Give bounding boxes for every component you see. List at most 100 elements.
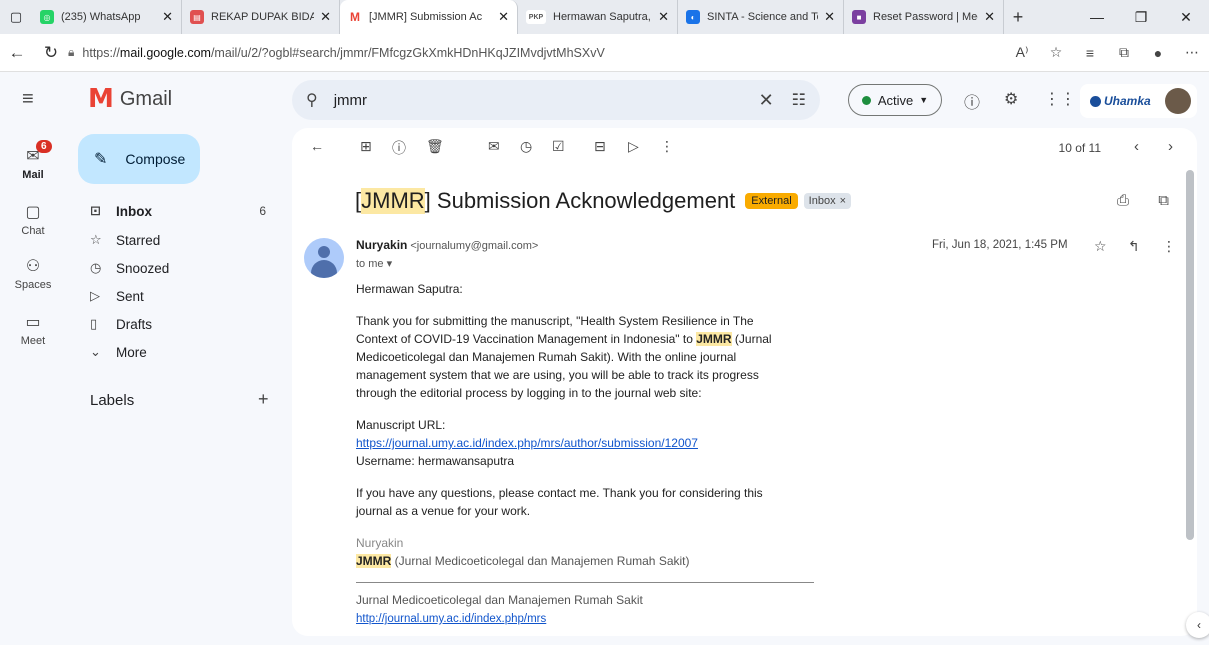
add-to-tasks-icon[interactable]: ☑	[552, 138, 565, 155]
scrollbar[interactable]	[1186, 170, 1194, 540]
search-options-icon[interactable]: ☷	[792, 90, 806, 110]
inbox-label-chip[interactable]: Inbox ×	[803, 193, 852, 209]
tab-close-icon[interactable]: ✕	[498, 9, 509, 25]
url-field[interactable]: 🔒︎ https://mail.google.com/mail/u/2/?ogb…	[68, 38, 1005, 68]
compose-button[interactable]: ✎ Compose	[78, 134, 200, 184]
back-button[interactable]: ←	[0, 36, 34, 70]
rail-item-spaces[interactable]: ⚇ Spaces	[0, 256, 66, 291]
url-path: /mail/u/2/?ogbl#search/jmmr/FMfcgzGkXmkH…	[210, 45, 605, 60]
back-to-list-icon[interactable]: ←	[310, 138, 324, 154]
older-icon[interactable]: ›	[1168, 138, 1173, 155]
search-bar[interactable]: ⚲ jmmr ✕ ☷	[292, 80, 820, 120]
profile-icon[interactable]: ●	[1141, 45, 1175, 61]
browser-menu-icon[interactable]: ⋯	[1175, 44, 1209, 61]
nav-label: More	[116, 344, 147, 360]
search-input[interactable]: jmmr	[334, 92, 759, 109]
org-name: Uhamka	[1104, 94, 1151, 108]
recipient-details[interactable]: to me ▾	[356, 257, 392, 270]
manuscript-link[interactable]: https://journal.umy.ac.id/index.php/mrs/…	[356, 436, 698, 450]
nav-item-starred[interactable]: ☆ Starred	[78, 226, 286, 254]
lock-icon: 🔒︎	[68, 45, 75, 59]
add-label-icon[interactable]: +	[258, 389, 269, 410]
tab-close-icon[interactable]: ✕	[320, 9, 331, 25]
reload-button[interactable]: ↻	[34, 36, 68, 70]
tab-actions-button[interactable]: ▢	[0, 0, 32, 34]
tab-close-icon[interactable]: ✕	[162, 9, 173, 25]
clear-search-icon[interactable]: ✕	[759, 90, 774, 111]
favorites-list-icon[interactable]: ≡	[1073, 45, 1107, 61]
browser-tab-reset-password[interactable]: ■ Reset Password | Medi ✕	[844, 0, 1004, 34]
apps-grid-icon[interactable]: ⋮⋮	[1044, 89, 1076, 109]
email-greeting: Hermawan Saputra:	[356, 282, 463, 296]
app-name: Gmail	[119, 87, 173, 110]
nav-label: Snoozed	[116, 260, 170, 276]
pkp-favicon-icon: PKP	[526, 10, 546, 24]
new-tab-button[interactable]: +	[1004, 7, 1032, 28]
gmail-logo[interactable]: M Gmail	[88, 84, 172, 114]
mail-icon: ✉	[26, 148, 40, 165]
newer-icon[interactable]: ‹	[1134, 138, 1139, 155]
delete-icon[interactable]: 🗑︎	[426, 138, 444, 155]
subject-text: Submission Acknowledgement	[430, 188, 736, 213]
username-line: Username: hermawansaputra	[356, 454, 515, 468]
browser-tab-sinta[interactable]: ◐ SINTA - Science and Te ✕	[678, 0, 844, 34]
tab-close-icon[interactable]: ✕	[658, 9, 669, 25]
restore-button[interactable]: ❐	[1118, 0, 1164, 34]
star-message-icon[interactable]: ☆	[1094, 238, 1107, 255]
tab-close-icon[interactable]: ✕	[984, 9, 995, 25]
tab-close-icon[interactable]: ✕	[824, 9, 835, 25]
search-icon[interactable]: ⚲	[306, 90, 318, 110]
snooze-icon[interactable]: ◷	[520, 138, 532, 155]
main-menu-icon[interactable]: ≡	[22, 88, 34, 111]
reply-icon[interactable]: ↰	[1128, 238, 1140, 255]
caret-down-icon: ▾	[386, 258, 393, 270]
nav-item-snoozed[interactable]: ◷ Snoozed	[78, 254, 286, 282]
collections-icon[interactable]: ⧉	[1107, 44, 1141, 61]
help-icon[interactable]: ⓘ	[964, 89, 980, 113]
media-favicon-icon: ■	[852, 10, 866, 24]
url-host: mail.google.com	[119, 45, 211, 60]
more-actions-icon[interactable]: ⋮	[660, 138, 674, 155]
draft-icon: ▯	[90, 316, 98, 331]
favorite-star-icon[interactable]: ☆	[1039, 44, 1073, 61]
settings-gear-icon[interactable]: ⚙	[1004, 89, 1018, 109]
chevron-down-icon: ⌄	[90, 344, 101, 359]
rail-item-meet[interactable]: ▭ Meet	[0, 312, 66, 347]
rail-item-mail[interactable]: ✉ 6 Mail	[0, 140, 66, 181]
report-spam-icon[interactable]: ⓘ	[392, 138, 406, 158]
mark-unread-icon[interactable]: ✉	[488, 138, 500, 155]
browser-tab-whatsapp[interactable]: ◎ (235) WhatsApp ✕	[32, 0, 182, 34]
labels-heading: Labels	[90, 392, 135, 409]
footer-link[interactable]: http://journal.umy.ac.id/index.php/mrs	[356, 613, 546, 625]
message-more-icon[interactable]: ⋮	[1162, 238, 1176, 255]
email-subject: [JMMR] Submission Acknowledgement Extern…	[355, 188, 852, 214]
nav-label: Sent	[116, 288, 144, 304]
account-switcher[interactable]: Uhamka	[1080, 84, 1197, 118]
read-aloud-icon[interactable]: A⁾	[1005, 44, 1039, 61]
rail-label: Mail	[22, 169, 44, 181]
side-panel-toggle-icon[interactable]: ‹	[1186, 612, 1209, 638]
print-icon[interactable]: ⎙	[1117, 192, 1129, 209]
archive-icon[interactable]: ⊞	[360, 138, 372, 155]
status-dropdown[interactable]: Active ▼	[848, 84, 942, 116]
rail-item-chat[interactable]: ▢ Chat	[0, 202, 66, 237]
minimize-button[interactable]: —	[1074, 0, 1120, 34]
remove-label-icon[interactable]: ×	[840, 195, 846, 207]
browser-tab-rekap[interactable]: ▤ REKAP DUPAK BIDANG ✕	[182, 0, 340, 34]
move-to-icon[interactable]: ⊟	[594, 138, 606, 155]
status-dot-icon	[861, 95, 871, 105]
browser-tab-hermawan[interactable]: PKP Hermawan Saputra, D ✕	[518, 0, 678, 34]
open-new-window-icon[interactable]: ⧉	[1158, 192, 1169, 209]
browser-tab-jmmr[interactable]: M [JMMR] Submission Ac ✕	[340, 0, 518, 34]
close-window-button[interactable]: ✕	[1163, 0, 1209, 34]
tab-title: Reset Password | Medi	[873, 11, 979, 23]
spaces-icon: ⚇	[25, 258, 41, 275]
nav-item-drafts[interactable]: ▯ Drafts	[78, 310, 286, 338]
nav-label: Drafts	[116, 316, 153, 332]
nav-item-sent[interactable]: ▷ Sent	[78, 282, 286, 310]
inbox-icon: ⊡	[90, 203, 101, 218]
nav-item-more[interactable]: ⌄ More	[78, 338, 286, 366]
label-icon[interactable]: ▷	[628, 138, 639, 155]
email-paragraph-3: If you have any questions, please contac…	[356, 486, 763, 518]
nav-item-inbox[interactable]: ⊡ Inbox 6	[78, 197, 286, 225]
